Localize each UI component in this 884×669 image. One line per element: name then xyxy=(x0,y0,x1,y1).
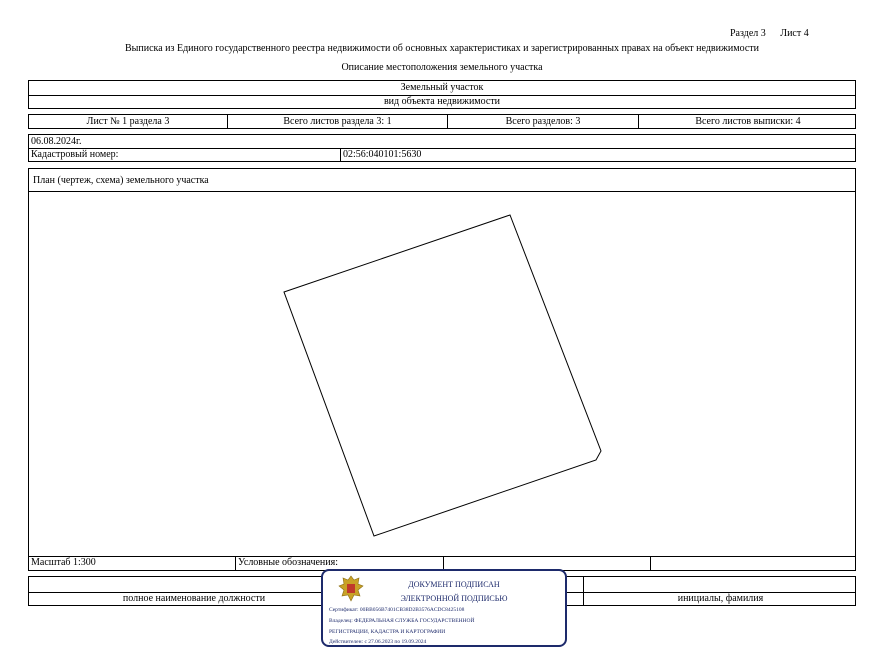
electronic-signature-stamp: ДОКУМЕНТ ПОДПИСАН ЭЛЕКТРОННОЙ ПОДПИСЬЮ С… xyxy=(321,569,567,647)
position-label: полное наименование должности xyxy=(122,593,266,604)
stamp-owner-1: Владелец: ФЕДЕРАЛЬНАЯ СЛУЖБА ГОСУДАРСТВЕ… xyxy=(329,618,475,624)
signature-top-divider xyxy=(583,577,584,592)
name-label: инициалы, фамилия xyxy=(583,592,857,606)
plan-drawing-area xyxy=(29,191,855,557)
date-cadastral-table: 06.08.2024г. Кадастровый номер: 02:56:04… xyxy=(28,134,856,162)
document-subtitle: Описание местоположения земельного участ… xyxy=(341,62,543,73)
land-plot-outline xyxy=(283,214,602,537)
stamp-owner-2: РЕГИСТРАЦИИ, КАДАСТРА И КАРТОГРАФИИ xyxy=(329,629,446,635)
cadastral-label: Кадастровый номер: xyxy=(29,148,341,162)
document-title: Выписка из Единого государственного реес… xyxy=(124,43,759,54)
object-type-value: Земельный участок xyxy=(29,81,855,96)
sheet-of-section: Лист № 1 раздела 3 xyxy=(86,116,170,127)
stamp-certificate: Сертификат: 00BB056B7401CB38D2B3576ACDC8… xyxy=(329,607,465,613)
sheet-label: Лист 4 xyxy=(780,28,809,39)
stamp-validity: Действителен: с 27.06.2023 по 19.09.2024 xyxy=(329,639,427,645)
stamp-line-1: ДОКУМЕНТ ПОДПИСАН xyxy=(408,580,500,589)
cadastral-number: 02:56:040101:5630 xyxy=(343,149,422,160)
legend-cell-2 xyxy=(650,557,855,570)
plan-scale: Масштаб 1:300 xyxy=(31,557,96,568)
section-sheet-header: Раздел 3 Лист 4 xyxy=(730,28,809,39)
stamp-line-2: ЭЛЕКТРОННОЙ ПОДПИСЬЮ xyxy=(400,594,508,603)
section-label: Раздел 3 xyxy=(730,28,766,39)
plan-frame: План (чертеж, схема) земельного участка … xyxy=(28,168,856,571)
sheets-row: Лист № 1 раздела 3 Всего листов раздела … xyxy=(28,114,856,129)
object-type-label: вид объекта недвижимости xyxy=(383,96,501,107)
total-sections: Всего разделов: 3 xyxy=(447,115,638,128)
object-type-table: Земельный участок вид объекта недвижимос… xyxy=(28,80,856,109)
total-sheets-extract: Всего листов выписки: 4 xyxy=(638,115,857,128)
total-sheets-section: Всего листов раздела 3: 1 xyxy=(227,115,447,128)
land-plot-polygon xyxy=(283,214,602,537)
plan-title: План (чертеж, схема) земельного участка xyxy=(33,175,209,186)
date-value: 06.08.2024г. xyxy=(29,135,855,149)
